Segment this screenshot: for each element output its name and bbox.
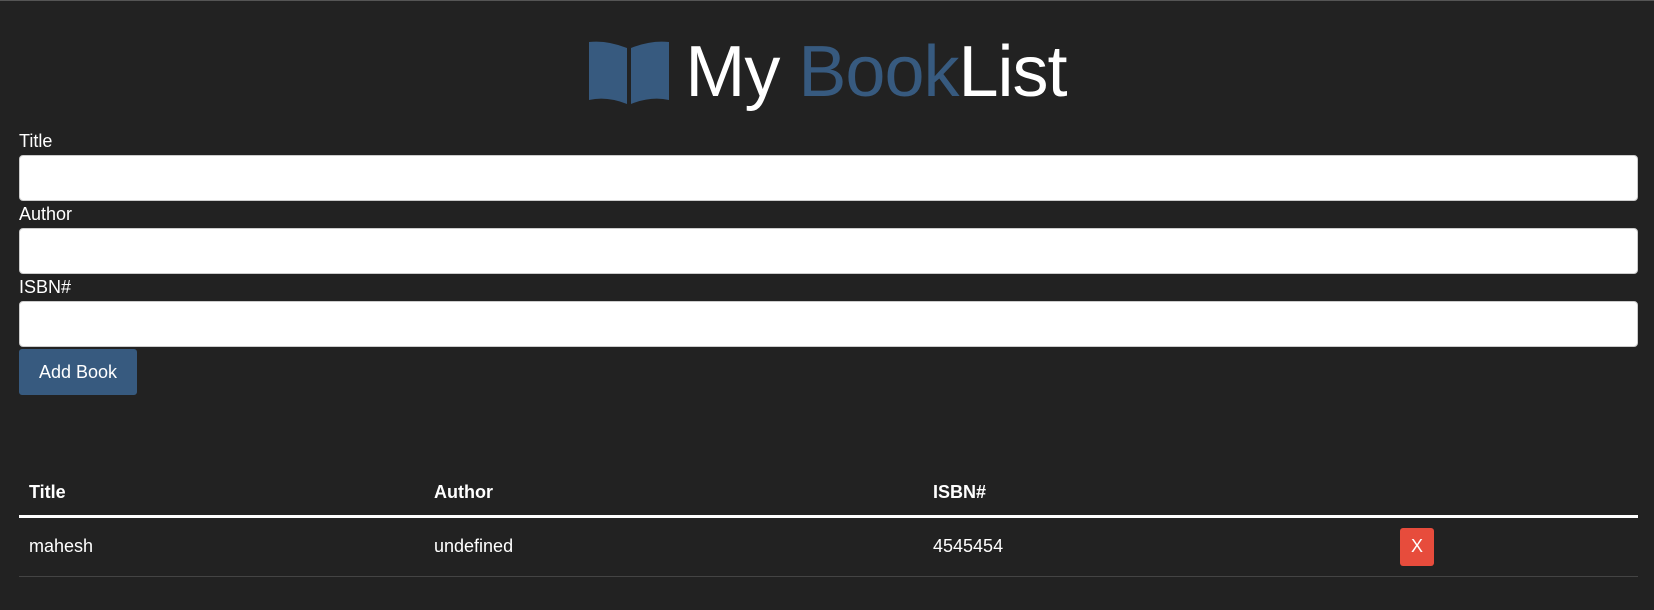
column-header-actions xyxy=(1390,470,1638,518)
brand-my: My xyxy=(685,32,799,112)
column-header-author: Author xyxy=(424,470,923,518)
table-row: mahesh undefined 4545454 X xyxy=(19,516,1638,577)
author-label: Author xyxy=(19,204,73,224)
column-header-title: Title xyxy=(19,470,424,518)
cell-isbn: 4545454 xyxy=(923,516,1390,577)
app-title: My BookList xyxy=(685,36,1067,108)
isbn-input[interactable] xyxy=(19,301,1638,347)
book-list: mahesh undefined 4545454 X xyxy=(19,516,1638,577)
isbn-label: ISBN# xyxy=(19,277,72,297)
title-input[interactable] xyxy=(19,155,1638,201)
table-header-row: Title Author ISBN# xyxy=(19,470,1638,518)
app-header: My BookList xyxy=(0,24,1654,120)
table-head: Title Author ISBN# xyxy=(19,470,1638,518)
cell-title: mahesh xyxy=(19,516,424,577)
top-border xyxy=(0,0,1654,1)
column-header-isbn: ISBN# xyxy=(923,470,1390,518)
brand-list: List xyxy=(958,32,1068,112)
cell-actions: X xyxy=(1390,516,1638,577)
brand-book: Book xyxy=(798,32,959,112)
book-open-icon xyxy=(589,41,670,104)
author-input[interactable] xyxy=(19,228,1638,274)
title-label: Title xyxy=(19,131,53,151)
add-book-button[interactable]: Add Book xyxy=(19,349,137,395)
book-list-table: Title Author ISBN# mahesh undefined 4545… xyxy=(19,470,1638,577)
book-form: Title Author ISBN# Add Book xyxy=(19,130,1638,395)
cell-author: undefined xyxy=(424,516,923,577)
delete-book-button[interactable]: X xyxy=(1400,527,1434,566)
